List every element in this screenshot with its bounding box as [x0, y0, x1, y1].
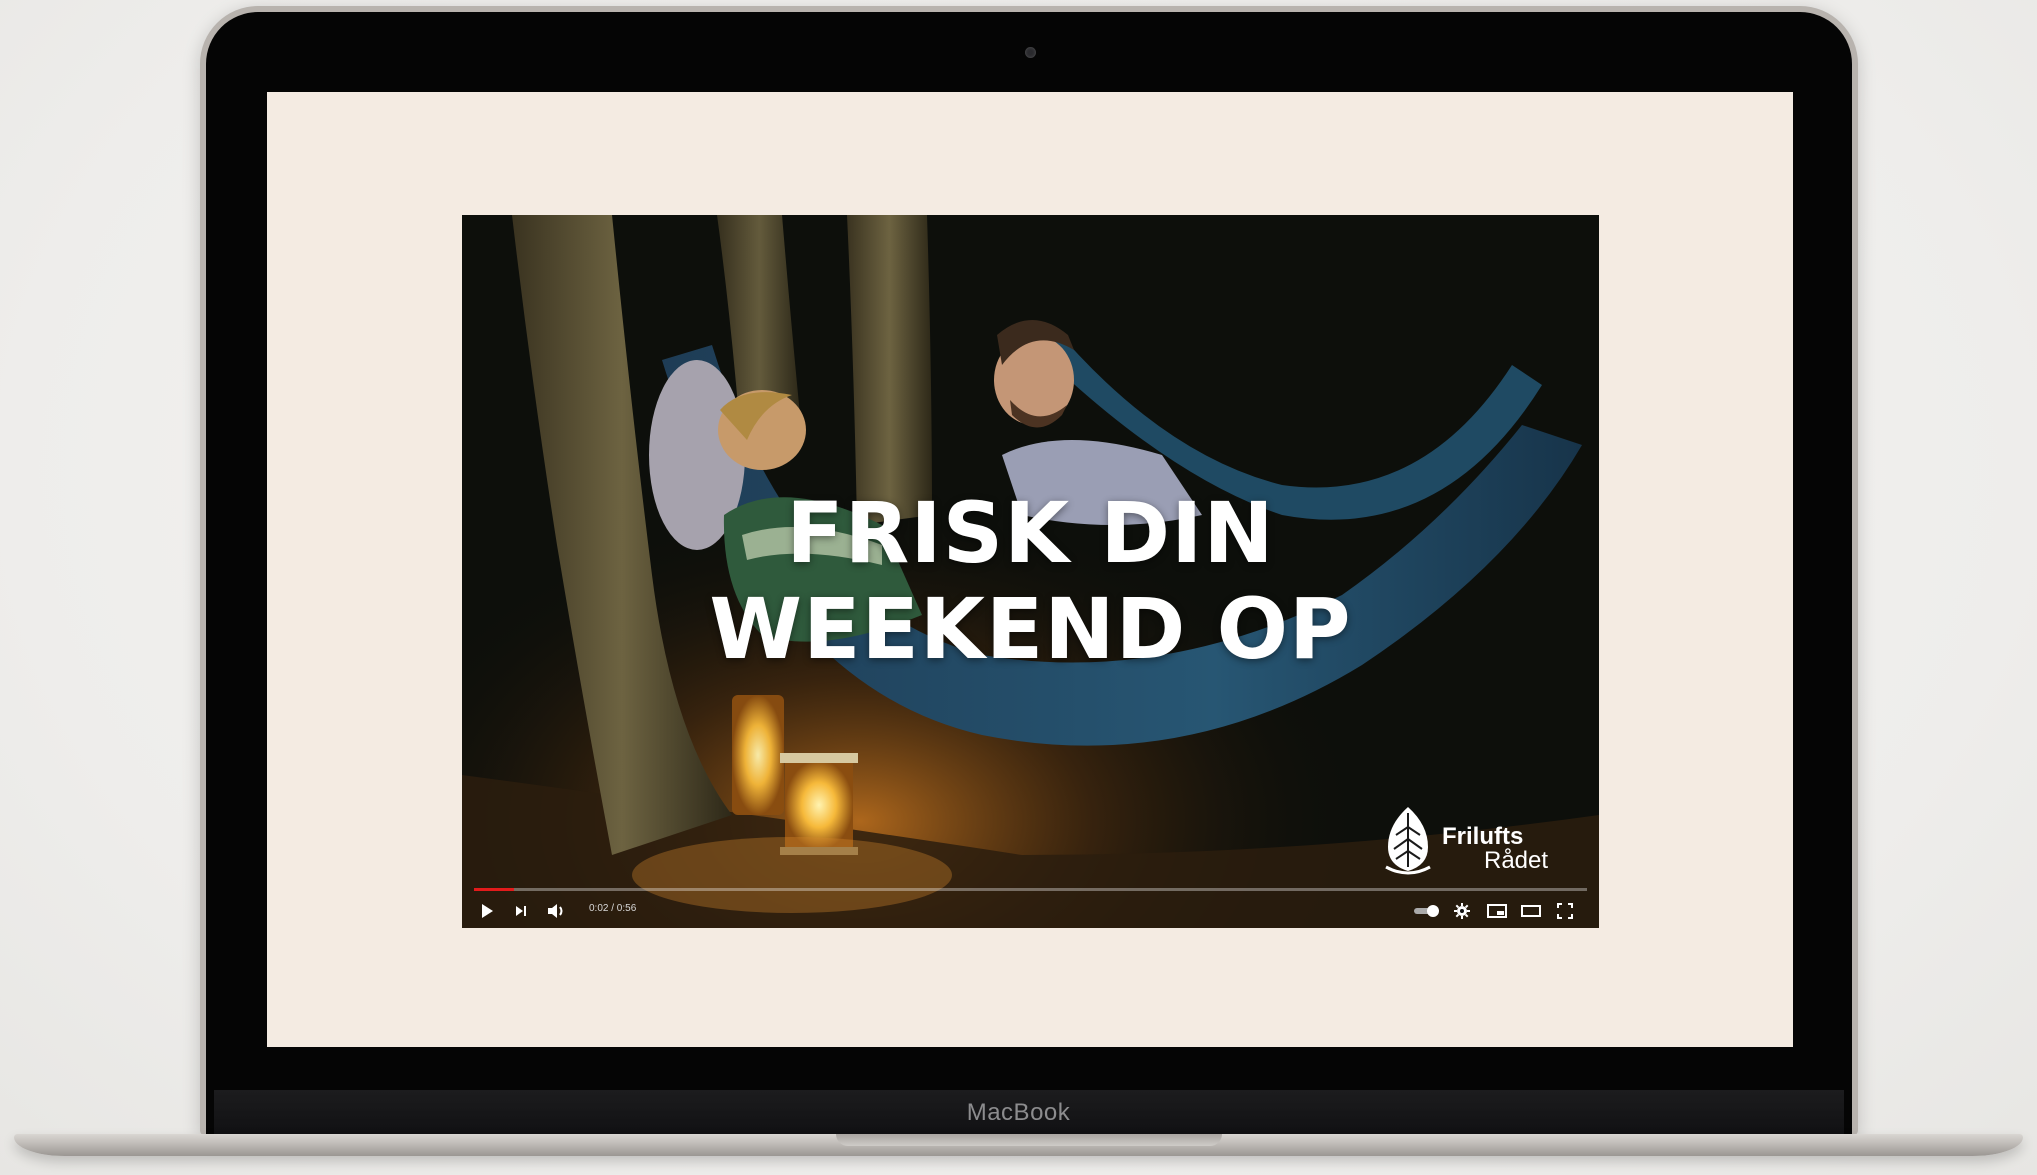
theater-mode-button[interactable] [1518, 901, 1544, 921]
video-player[interactable]: FRISK DIN WEEKEND OP Frilufts Rådet 0:02… [462, 215, 1599, 928]
settings-gear-icon [1454, 903, 1470, 919]
laptop-opening-notch [836, 1134, 1222, 1146]
progress-bar[interactable] [474, 888, 1587, 891]
play-button[interactable] [476, 901, 498, 921]
leaf-logo-icon [1385, 807, 1431, 875]
autoplay-toggle[interactable] [1412, 901, 1442, 921]
fullscreen-button[interactable] [1552, 901, 1578, 921]
play-icon [482, 904, 493, 918]
fullscreen-icon [1557, 903, 1573, 919]
time-display: 0:02 / 0:56 [589, 903, 637, 914]
miniplayer-button[interactable] [1484, 901, 1510, 921]
title-line-2: WEEKEND OP [709, 580, 1352, 678]
title-line-1: FRISK DIN [786, 484, 1275, 582]
logo-word-2: Rådet [1484, 847, 1549, 874]
volume-button[interactable] [544, 901, 570, 921]
progress-bar-played [474, 888, 515, 891]
miniplayer-icon [1487, 904, 1507, 918]
volume-icon [548, 904, 563, 918]
next-button[interactable] [510, 901, 532, 921]
video-title-overlay: FRISK DIN WEEKEND OP [462, 485, 1599, 677]
next-icon [516, 906, 526, 916]
theater-mode-icon [1521, 905, 1541, 917]
webcam-icon [1025, 47, 1036, 58]
friluftsraadet-logo: Frilufts Rådet [1382, 805, 1572, 895]
settings-button[interactable] [1450, 901, 1474, 921]
autoplay-toggle-icon [1414, 905, 1439, 917]
laptop-brand-label: MacBook [966, 1099, 1071, 1126]
